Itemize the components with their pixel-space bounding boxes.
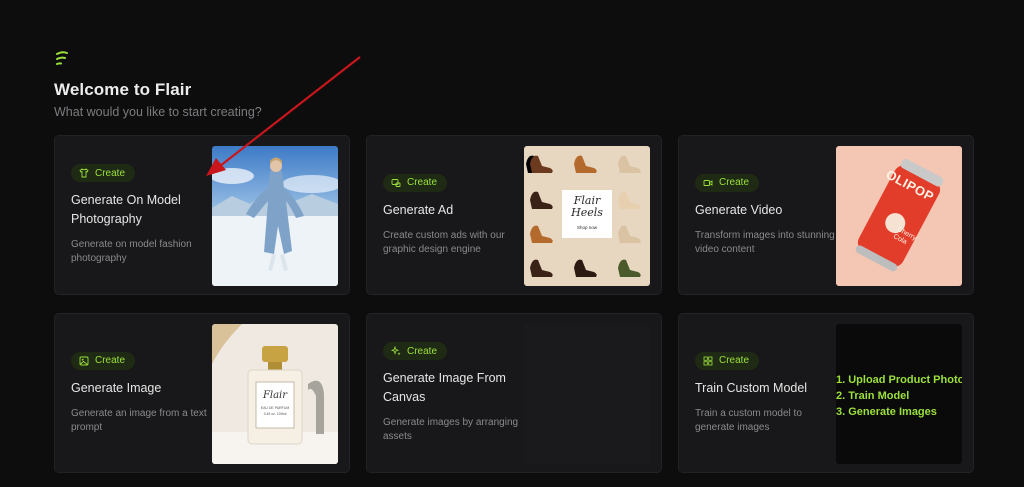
sparkle-icon [391, 346, 401, 356]
card-title: Generate Image [71, 380, 162, 395]
card-description: Generate on model fashion photography [71, 239, 192, 264]
card-description: Transform images into stunning video con… [695, 229, 835, 255]
create-badge: Create [71, 164, 136, 182]
canvas-thumbnail [524, 324, 650, 464]
card-generate-image-from-canvas[interactable]: Create Generate Image From Canvas Genera… [366, 313, 662, 473]
create-badge: Create [695, 351, 760, 370]
card-description: Generate an image from a text prompt [71, 407, 207, 433]
card-title: Generate On Model Photography [71, 193, 181, 226]
ad-icon [391, 178, 401, 187]
tshirt-icon [79, 168, 89, 178]
card-description: Generate images by arranging assets [383, 417, 519, 442]
create-badge: Create [383, 173, 448, 192]
card-generate-image[interactable]: Create Generate Image Generate an image … [54, 313, 350, 473]
card-title: Generate Image From Canvas [383, 371, 506, 404]
card-train-custom-model[interactable]: Create Train Custom Model Train a custom… [678, 313, 974, 473]
grid-icon [703, 356, 713, 365]
image-icon [79, 356, 89, 365]
image-thumbnail: Flair EAU DE PARFUM 3.4fl oz. 100ml [212, 324, 338, 464]
flair-logo-icon [56, 51, 68, 65]
card-title: Generate Ad [383, 202, 454, 217]
card-description: Create custom ads with our graphic desig… [383, 229, 505, 255]
train-thumbnail: 1. Upload Product Photo 2. Train Model 3… [836, 324, 962, 464]
card-generate-video[interactable]: Create Generate Video Transform images i… [678, 135, 974, 295]
step-train: 2. Train Model [836, 390, 910, 402]
model-photo-thumbnail [212, 146, 338, 286]
card-generate-ad[interactable]: Create Generate Ad Create custom ads wit… [366, 135, 662, 295]
step-upload: 1. Upload Product Photo [836, 374, 962, 386]
card-title: Generate Video [695, 202, 783, 217]
video-camera-icon [703, 179, 713, 186]
card-generate-on-model[interactable]: Create Generate On Model Photography Gen… [54, 135, 350, 295]
page-title: Welcome to Flair [54, 80, 192, 99]
create-badge: Create [695, 173, 760, 192]
video-thumbnail: OLIPOP Cherry Cola [836, 146, 962, 286]
card-title: Train Custom Model [695, 380, 808, 395]
card-description: Train a custom model to generate images [695, 407, 802, 433]
page-subtitle: What would you like to start creating? [54, 105, 262, 119]
create-badge: Create [71, 351, 136, 370]
step-generate: 3. Generate Images [836, 406, 937, 418]
ad-thumbnail: Flair Heels Shop now [524, 146, 650, 286]
create-badge: Create [383, 342, 448, 360]
